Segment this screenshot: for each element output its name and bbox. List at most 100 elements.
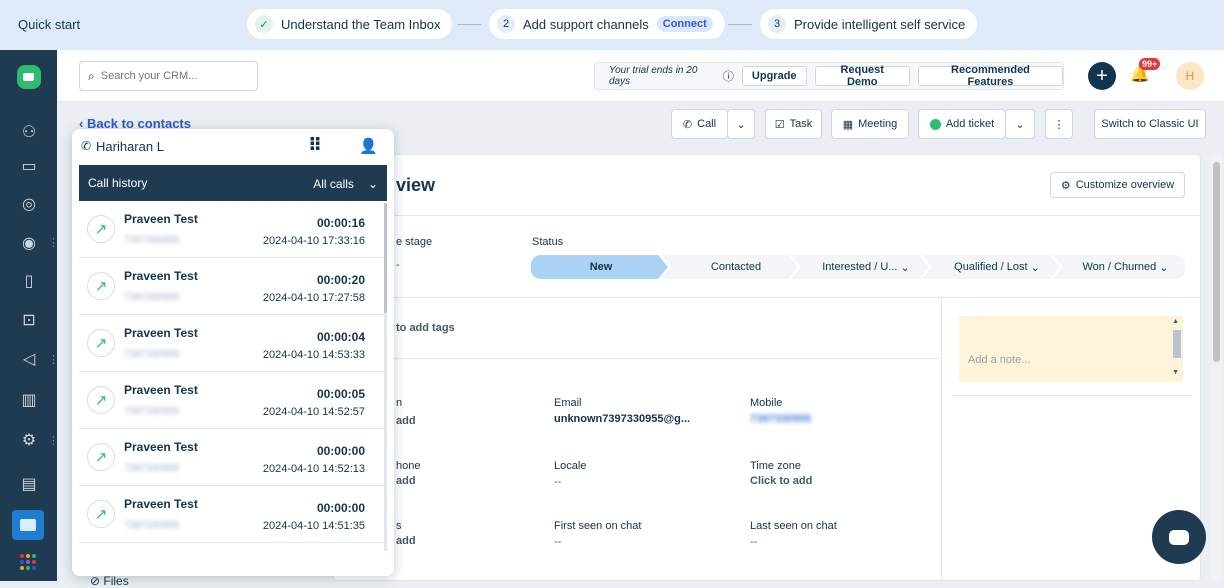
- files-section[interactable]: ⊘ Files: [90, 574, 129, 588]
- scroll-up-icon[interactable]: ▲: [1172, 318, 1179, 325]
- scroll-down-icon[interactable]: ▼: [1172, 369, 1179, 376]
- step-self-service[interactable]: 3 Provide intelligent self service: [760, 9, 978, 39]
- meeting-button[interactable]: ▦ Meeting: [831, 109, 909, 139]
- user-icon[interactable]: ◉: [18, 233, 40, 255]
- phone-ringing-icon: ✆: [81, 139, 92, 153]
- tickets-icon[interactable]: ▤: [18, 474, 40, 496]
- add-icon[interactable]: +: [1088, 62, 1116, 90]
- lifecycle-stage-value[interactable]: -: [396, 259, 400, 271]
- last-seen-label: Last seen on chat: [750, 520, 837, 532]
- call-filter-dropdown[interactable]: All calls ⌄: [313, 177, 378, 191]
- more-vertical-icon: ⋮: [1053, 118, 1065, 131]
- customize-overview-button[interactable]: ⚙ Customize overview: [1050, 172, 1185, 198]
- more-dots-icon[interactable]: ⋮: [48, 353, 59, 366]
- contacts-icon[interactable]: ⚇: [18, 122, 40, 144]
- book-icon[interactable]: ▯: [18, 271, 40, 293]
- call-log-item[interactable]: ↗ Praveen Test 7397330955 00:00:16 2024-…: [79, 201, 385, 258]
- page-scrollbar[interactable]: [1211, 154, 1222, 581]
- call-duration: 00:00:16: [316, 216, 365, 230]
- call-button[interactable]: ✆ Call: [671, 109, 728, 139]
- search-input[interactable]: [100, 70, 241, 82]
- lifecycle-stage-label: e stage: [396, 236, 433, 248]
- request-demo-button[interactable]: Request Demo: [814, 64, 910, 88]
- call-log-item[interactable]: ↗ Praveen Test 7397330955 00:00:00 2024-…: [79, 429, 385, 486]
- call-log-item[interactable]: ↗ Praveen Test 7397330955 00:00:00 2024-…: [79, 486, 385, 543]
- caller-number: 7397330955: [124, 349, 180, 360]
- megaphone-icon[interactable]: ◁: [18, 349, 40, 371]
- pipeline-stage-interested[interactable]: Interested / U... ⌄: [801, 256, 931, 278]
- dialpad-icon[interactable]: ⠿: [308, 135, 322, 156]
- pipeline-stage-won[interactable]: Won / Churned ⌄: [1063, 256, 1188, 278]
- call-duration: 00:00:00: [316, 444, 365, 458]
- step-understand-inbox[interactable]: ✓ Understand the Team Inbox: [247, 9, 453, 39]
- mobile-value[interactable]: 7397330955: [750, 413, 811, 425]
- divider: [334, 297, 1200, 298]
- email-label: Email: [554, 397, 582, 409]
- chevron-down-icon: ⌄: [1156, 261, 1169, 274]
- inbox-icon[interactable]: ▭: [18, 156, 40, 178]
- search-box[interactable]: ⌕: [79, 61, 258, 91]
- call-list-scrollbar[interactable]: [384, 203, 387, 551]
- check-icon: ✓: [255, 15, 273, 33]
- pipeline-stage-qualified[interactable]: Qualified / Lost ⌄: [932, 256, 1062, 278]
- add-tags-link[interactable]: to add tags: [396, 322, 455, 334]
- step-add-channels[interactable]: 2 Add support channels Connect: [489, 9, 725, 39]
- call-timestamp: 2024-04-10 14:52:57: [262, 406, 365, 418]
- call-log-item[interactable]: ↗ Praveen Test 7397330955 00:00:05 2024-…: [79, 372, 385, 429]
- upgrade-button[interactable]: Upgrade: [741, 66, 807, 86]
- step-label: Provide intelligent self service: [794, 16, 966, 32]
- call-history-bar: Call history All calls ⌄: [79, 165, 387, 201]
- overview-title: view: [396, 175, 436, 195]
- conversations-icon[interactable]: ◎: [18, 194, 40, 216]
- trial-banner: Your trial ends in 20 days ⓘ Upgrade Req…: [594, 62, 1064, 90]
- switch-classic-ui-button[interactable]: Switch to Classic UI: [1094, 109, 1206, 139]
- field-value[interactable]: add: [396, 535, 416, 547]
- more-dots-icon[interactable]: ⋮: [48, 236, 59, 249]
- info-icon[interactable]: ⓘ: [723, 68, 734, 84]
- timezone-value[interactable]: Click to add: [750, 475, 812, 487]
- note-box[interactable]: Add a note... ▲ ▼: [959, 316, 1183, 382]
- more-actions-button[interactable]: ⋮: [1045, 109, 1073, 139]
- task-button[interactable]: ☑ Task: [765, 109, 822, 139]
- note-scrollbar[interactable]: [1173, 330, 1181, 358]
- call-timestamp: 2024-04-10 14:52:13: [262, 463, 365, 475]
- pipeline-stage-contacted[interactable]: Contacted: [671, 256, 801, 278]
- more-dots-icon[interactable]: ⋮: [48, 434, 59, 447]
- left-sidebar: ⚇ ▭ ◎ ◉ ⋮ ▯ ⊡ ◁ ⋮ ▥ ⚙ ⋮ ▤: [0, 50, 59, 581]
- settings-icon[interactable]: ⚙: [18, 430, 40, 452]
- avatar[interactable]: H: [1176, 62, 1204, 90]
- call-dropdown-button[interactable]: ⌄: [727, 109, 755, 139]
- phone-app-icon[interactable]: [12, 510, 44, 540]
- checkbox-icon: ☑: [774, 118, 785, 131]
- call-log-item[interactable]: ↗ Praveen Test 7397330955 00:00:20 2024-…: [79, 258, 385, 315]
- bot-icon[interactable]: ⊡: [18, 310, 40, 332]
- timezone-label: Time zone: [750, 460, 801, 472]
- field-value[interactable]: add: [396, 415, 416, 427]
- trial-text: Your trial ends in 20 days: [609, 65, 698, 87]
- recommended-features-button[interactable]: Recommended Features: [917, 64, 1064, 88]
- vertical-divider: [941, 297, 942, 580]
- app-logo-icon[interactable]: [17, 65, 41, 89]
- scrollbar-thumb[interactable]: [1213, 162, 1220, 362]
- agent-settings-icon[interactable]: 👤: [359, 137, 378, 155]
- apps-grid-icon[interactable]: [20, 554, 36, 570]
- caller-name: Praveen Test: [124, 212, 198, 226]
- locale-value[interactable]: --: [554, 476, 561, 488]
- call-history-list[interactable]: ↗ Praveen Test 7397330955 00:00:16 2024-…: [79, 201, 385, 576]
- step-label: Add support channels: [523, 16, 649, 32]
- chat-bubble-icon[interactable]: [1152, 510, 1206, 564]
- field-label: n: [396, 397, 403, 409]
- pipeline-stage-new[interactable]: New: [541, 256, 661, 278]
- caller-number: 7397330955: [124, 406, 180, 417]
- outgoing-call-icon: ↗: [87, 215, 115, 243]
- connect-pill[interactable]: Connect: [656, 16, 713, 32]
- first-seen-value: --: [554, 536, 562, 548]
- call-log-item[interactable]: ↗ Praveen Test 7397330955 00:00:04 2024-…: [79, 315, 385, 372]
- field-value[interactable]: add: [396, 475, 416, 487]
- outgoing-call-icon: ↗: [87, 272, 115, 300]
- email-value[interactable]: unknown7397330955@g...: [554, 413, 690, 425]
- reports-icon[interactable]: ▥: [18, 390, 40, 412]
- add-ticket-button[interactable]: Add ticket: [918, 109, 1006, 139]
- add-ticket-dropdown-button[interactable]: ⌄: [1005, 109, 1035, 139]
- search-icon: ⌕: [88, 68, 95, 83]
